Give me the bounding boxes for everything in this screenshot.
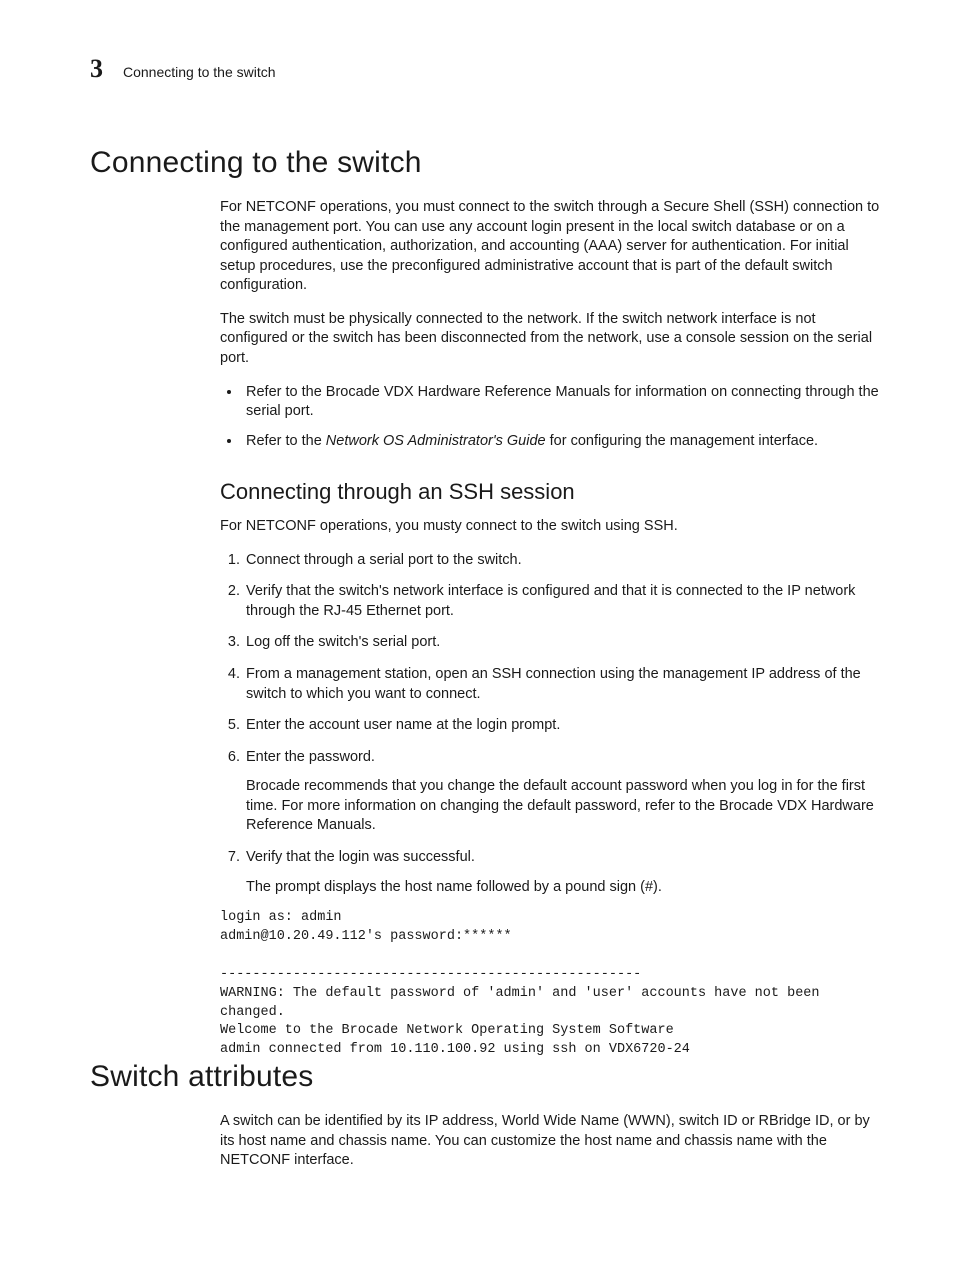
- paragraph: For NETCONF operations, you must connect…: [220, 198, 884, 296]
- step-item: Log off the switch's serial port.: [244, 633, 884, 653]
- page-content: 3 Connecting to the switch Connecting to…: [0, 0, 954, 1275]
- italic-reference: Network OS Administrator's Guide: [326, 433, 546, 449]
- step-item: Verify that the login was successful. Th…: [244, 848, 884, 897]
- running-title: Connecting to the switch: [123, 64, 276, 80]
- step-item: Enter the password. Brocade recommends t…: [244, 748, 884, 836]
- bullet-list: Refer to the Brocade VDX Hardware Refere…: [220, 383, 884, 452]
- paragraph: The switch must be physically connected …: [220, 310, 884, 369]
- step-item: From a management station, open an SSH c…: [244, 665, 884, 704]
- section-body: A switch can be identified by its IP add…: [220, 1112, 884, 1171]
- step-subtext: The prompt displays the host name follow…: [246, 878, 884, 898]
- text-run: Refer to the: [246, 433, 326, 449]
- step-item: Verify that the switch's network interfa…: [244, 582, 884, 621]
- step-text: Enter the password.: [246, 749, 375, 765]
- ordered-steps: Connect through a serial port to the swi…: [220, 551, 884, 897]
- paragraph: For NETCONF operations, you musty connec…: [220, 517, 884, 537]
- list-item: Refer to the Brocade VDX Hardware Refere…: [242, 383, 884, 422]
- paragraph: A switch can be identified by its IP add…: [220, 1112, 884, 1171]
- subsection-heading: Connecting through an SSH session: [220, 479, 884, 505]
- step-subtext: Brocade recommends that you change the d…: [246, 777, 884, 836]
- list-item: Refer to the Network OS Administrator's …: [242, 432, 884, 452]
- section-heading: Switch attributes: [90, 1060, 884, 1094]
- section-heading: Connecting to the switch: [90, 146, 884, 180]
- text-run: for configuring the management interface…: [546, 433, 818, 449]
- terminal-output: login as: admin admin@10.20.49.112's pas…: [220, 909, 884, 1060]
- section-body: For NETCONF operations, you must connect…: [220, 198, 884, 1060]
- step-text: Verify that the login was successful.: [246, 849, 475, 865]
- step-item: Connect through a serial port to the swi…: [244, 551, 884, 571]
- step-item: Enter the account user name at the login…: [244, 716, 884, 736]
- running-header: 3 Connecting to the switch: [90, 54, 884, 84]
- chapter-number: 3: [90, 54, 103, 84]
